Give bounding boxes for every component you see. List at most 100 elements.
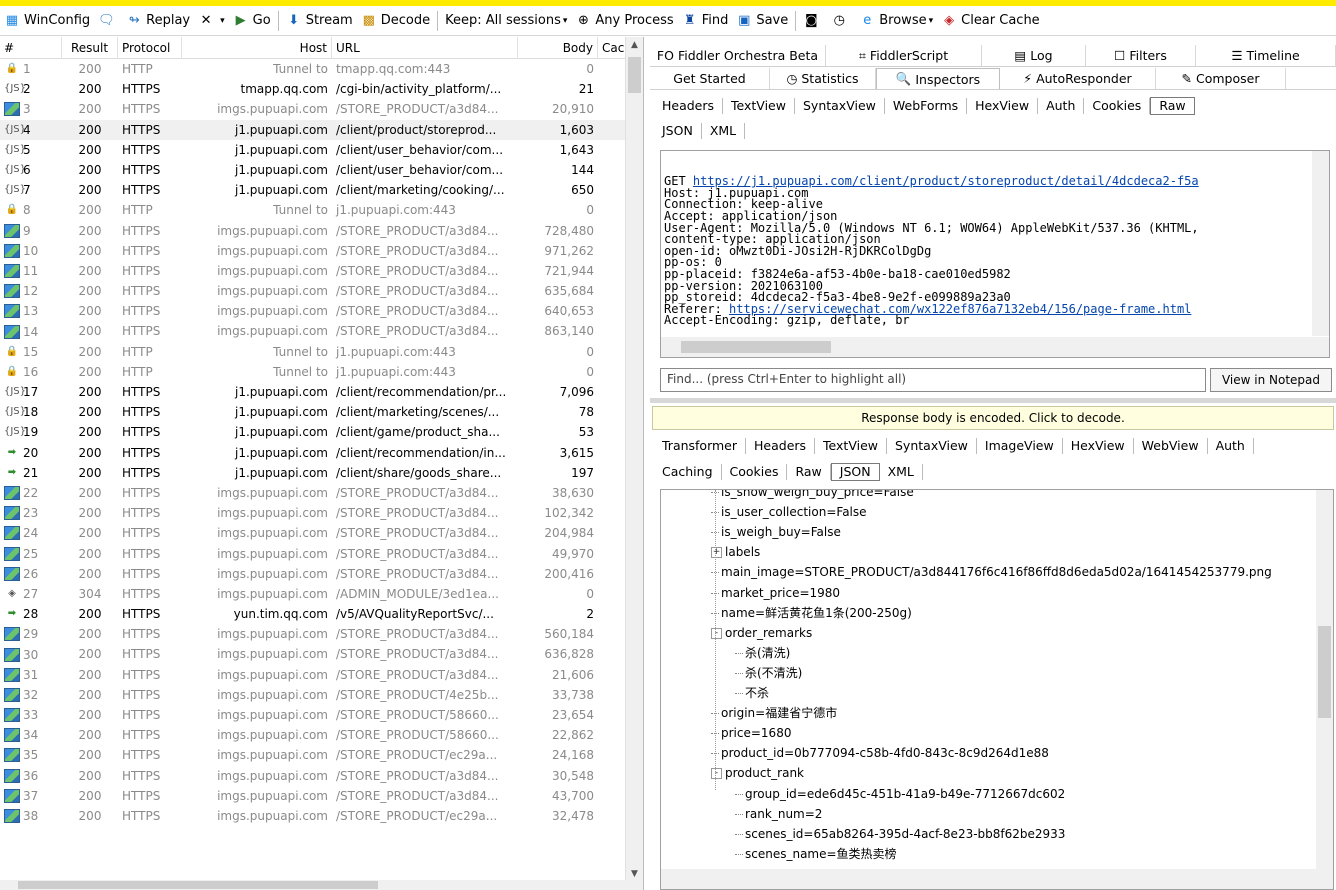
- table-row[interactable]: 36 200 HTTPS imgs.pupuapi.com/STORE_PRODUCT…: [0, 766, 626, 786]
- tab-transformer[interactable]: Transformer: [654, 438, 747, 454]
- table-row[interactable]: 3 200 HTTPS imgs.pupuapi.com/STORE_PRODUCT/…: [0, 99, 626, 119]
- table-row[interactable]: 33 200 HTTPS imgs.pupuapi.com/STORE_PRODUCT…: [0, 705, 626, 725]
- tab-inspectors[interactable]: 🔍 Inspectors: [876, 68, 1000, 89]
- scrollbar-thumb[interactable]: [18, 881, 378, 889]
- tab-raw[interactable]: Raw: [1150, 97, 1195, 115]
- tree-node[interactable]: product_id=0b777094-c58b-4fd0-843c-8c9d2…: [711, 743, 1049, 763]
- table-row[interactable]: ➡ 28 200 HTTPS yun.tim.qq.com/v5/AVQualityRe…: [0, 604, 626, 624]
- table-row[interactable]: 30 200 HTTPS imgs.pupuapi.com/STORE_PRODUCT…: [0, 644, 626, 664]
- find-button[interactable]: ♜ Find: [678, 9, 733, 33]
- table-row[interactable]: 12 200 HTTPS imgs.pupuapi.com/STORE_PRODUCT…: [0, 281, 626, 301]
- scroll-up-arrow-icon[interactable]: ▲: [626, 37, 643, 53]
- table-row[interactable]: 14 200 HTTPS imgs.pupuapi.com/STORE_PRODUCT…: [0, 321, 626, 341]
- tree-node[interactable]: main_image=STORE_PRODUCT/a3d844176f6c416…: [711, 562, 1272, 582]
- tree-node[interactable]: scenes_name=鱼类热卖榜: [735, 844, 897, 864]
- tab-auth[interactable]: Auth: [1208, 438, 1254, 454]
- tab-fiddlerscript[interactable]: ⌗ FiddlerScript: [826, 45, 982, 66]
- pane-splitter[interactable]: [650, 398, 1336, 403]
- tab-json[interactable]: JSON: [654, 123, 702, 139]
- replay-button[interactable]: ↬ Replay: [122, 9, 194, 33]
- table-row[interactable]: 11 200 HTTPS imgs.pupuapi.com/STORE_PRODUCT…: [0, 261, 626, 281]
- tree-node[interactable]: + labels: [711, 542, 760, 562]
- scroll-down-arrow-icon[interactable]: ▼: [626, 866, 643, 882]
- table-row[interactable]: {JS} 6 200 HTTPS j1.pupuapi.com/client/user_…: [0, 160, 626, 180]
- tree-node[interactable]: rank_num=2: [735, 804, 822, 824]
- tree-node[interactable]: is_user_collection=False: [711, 502, 867, 522]
- tree-node[interactable]: 杀(清洗): [735, 643, 790, 663]
- table-row[interactable]: {JS} 18 200 HTTPS j1.pupuapi.com/client/mark…: [0, 402, 626, 422]
- tab-cookies[interactable]: Cookies: [1084, 98, 1151, 114]
- tab-headers[interactable]: Headers: [746, 438, 816, 454]
- collapse-icon[interactable]: -: [711, 627, 722, 639]
- tree-node[interactable]: price=1680: [711, 723, 791, 743]
- column-header-caching[interactable]: Cach: [598, 37, 632, 59]
- tab-autoresponder[interactable]: ⚡ AutoResponder: [1000, 68, 1156, 89]
- table-row[interactable]: ◈ 27 304 HTTPS imgs.pupuapi.com/ADMIN_MODULE…: [0, 584, 626, 604]
- tab-textview[interactable]: TextView: [815, 438, 887, 454]
- tab-syntaxview[interactable]: SyntaxView: [887, 438, 977, 454]
- comment-button[interactable]: 🗨: [94, 9, 122, 33]
- column-header-url[interactable]: URL: [332, 37, 518, 59]
- table-row[interactable]: 🔒 15 200 HTTP Tunnel to j1.pupuapi.com:443 0: [0, 342, 626, 362]
- keep-sessions-dropdown[interactable]: Keep: All sessions ▾: [441, 9, 571, 33]
- scrollbar-thumb[interactable]: [628, 57, 641, 93]
- column-header-body[interactable]: Body: [518, 37, 598, 59]
- table-row[interactable]: 31 200 HTTPS imgs.pupuapi.com/STORE_PRODUCT…: [0, 665, 626, 685]
- screenshot-button[interactable]: ◙: [799, 9, 827, 33]
- tab-composer[interactable]: ✎ Composer: [1156, 68, 1286, 89]
- table-row[interactable]: 🔒 8 200 HTTP Tunnel to j1.pupuapi.com:443 0: [0, 200, 626, 220]
- table-row[interactable]: 38 200 HTTPS imgs.pupuapi.com/STORE_PRODUCT…: [0, 806, 626, 826]
- tab-raw[interactable]: Raw: [787, 464, 831, 480]
- tab-webview[interactable]: WebView: [1134, 438, 1208, 454]
- tab-syntaxview[interactable]: SyntaxView: [795, 98, 885, 114]
- session-list-vertical-scrollbar[interactable]: ▲ ▼: [625, 37, 643, 890]
- tree-node[interactable]: market_price=1980: [711, 583, 840, 603]
- go-button[interactable]: ▶ Go: [229, 9, 275, 33]
- expand-icon[interactable]: +: [711, 547, 722, 559]
- any-process-button[interactable]: ⊕ Any Process: [571, 9, 677, 33]
- tree-node[interactable]: - order_remarks: [711, 623, 812, 643]
- timer-button[interactable]: ◷: [827, 9, 855, 33]
- scrollbar-thumb[interactable]: [681, 341, 831, 353]
- table-row[interactable]: 🔒 1 200 HTTP Tunnel to tmapp.qq.com:443 0: [0, 59, 626, 79]
- collapse-icon[interactable]: -: [711, 768, 722, 780]
- table-row[interactable]: {JS} 5 200 HTTPS j1.pupuapi.com/client/user_…: [0, 140, 626, 160]
- tree-node[interactable]: name=鲜活黄花鱼1条(200-250g): [711, 603, 912, 623]
- column-header-result[interactable]: Result: [62, 37, 118, 59]
- raw-request-vertical-scrollbar[interactable]: [1312, 151, 1329, 336]
- table-row[interactable]: 32 200 HTTPS imgs.pupuapi.com/STORE_PRODUCT…: [0, 685, 626, 705]
- table-row[interactable]: 23 200 HTTPS imgs.pupuapi.com/STORE_PRODUCT…: [0, 503, 626, 523]
- raw-request-horizontal-scrollbar[interactable]: [661, 337, 1329, 357]
- stream-button[interactable]: ⬇ Stream: [282, 9, 357, 33]
- table-row[interactable]: {JS} 7 200 HTTPS j1.pupuapi.com/client/marke…: [0, 180, 626, 200]
- json-tree-horizontal-scrollbar[interactable]: [661, 869, 1333, 889]
- tab-imageview[interactable]: ImageView: [977, 438, 1063, 454]
- column-header-protocol[interactable]: Protocol: [118, 37, 182, 59]
- table-row[interactable]: 25 200 HTTPS imgs.pupuapi.com/STORE_PRODUCT…: [0, 544, 626, 564]
- remove-button[interactable]: ✕ ▾: [194, 9, 229, 33]
- table-row[interactable]: 34 200 HTTPS imgs.pupuapi.com/STORE_PRODUCT…: [0, 725, 626, 745]
- table-row[interactable]: ➡ 20 200 HTTPS j1.pupuapi.com/client/recomme…: [0, 443, 626, 463]
- table-row[interactable]: 🔒 16 200 HTTP Tunnel to j1.pupuapi.com:443 0: [0, 362, 626, 382]
- table-row[interactable]: {JS} 17 200 HTTPS j1.pupuapi.com/client/reco…: [0, 382, 626, 402]
- tree-node[interactable]: scenes_id=65ab8264-395d-4acf-8e23-bb8f62…: [735, 824, 1065, 844]
- view-in-notepad-button[interactable]: View in Notepad: [1210, 368, 1332, 392]
- column-header-number[interactable]: #: [0, 37, 62, 59]
- decode-button[interactable]: ▩ Decode: [357, 9, 434, 33]
- table-row[interactable]: {JS} 19 200 HTTPS j1.pupuapi.com/client/game…: [0, 422, 626, 442]
- table-row[interactable]: 24 200 HTTPS imgs.pupuapi.com/STORE_PRODUCT…: [0, 523, 626, 543]
- tab-json[interactable]: JSON: [830, 463, 880, 481]
- tab-webforms[interactable]: WebForms: [885, 98, 968, 114]
- clear-cache-button[interactable]: ◈ Clear Cache: [937, 9, 1044, 33]
- tab-xml[interactable]: XML: [702, 123, 746, 139]
- tab-caching[interactable]: Caching: [654, 464, 722, 480]
- tab-fiddler-orchestra-beta[interactable]: FO Fiddler Orchestra Beta: [650, 45, 826, 66]
- table-row[interactable]: 37 200 HTTPS imgs.pupuapi.com/STORE_PRODUCT…: [0, 786, 626, 806]
- tab-xml[interactable]: XML: [880, 464, 923, 480]
- browse-button[interactable]: e Browse ▾: [855, 9, 937, 33]
- find-input[interactable]: Find... (press Ctrl+Enter to highlight a…: [660, 368, 1206, 392]
- tree-node[interactable]: is_weigh_buy=False: [711, 522, 841, 542]
- session-list-horizontal-scrollbar[interactable]: [0, 880, 626, 890]
- json-tree-vertical-scrollbar[interactable]: [1316, 490, 1333, 870]
- table-row[interactable]: {JS} 2 200 HTTPS tmapp.qq.com/cgi-bin/activi…: [0, 79, 626, 99]
